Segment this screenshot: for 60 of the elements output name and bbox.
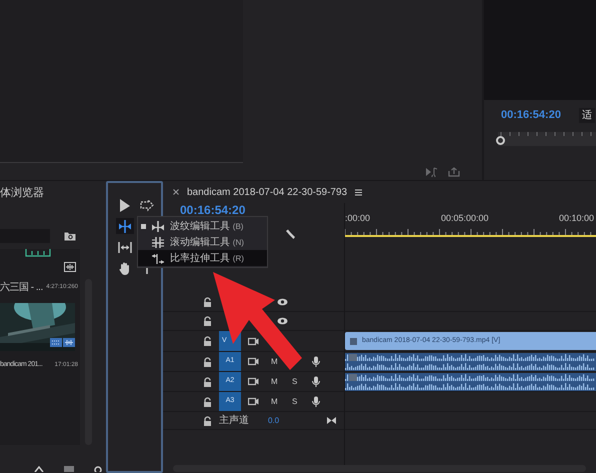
microphone-icon[interactable]	[311, 376, 321, 387]
close-icon[interactable]	[173, 189, 179, 195]
folder-search-icon[interactable]	[64, 231, 76, 241]
ruler-time-label: :00:00	[345, 212, 370, 225]
lock-icon[interactable]	[203, 297, 212, 307]
ripple-tool-icon[interactable]	[116, 218, 134, 234]
camera-icon[interactable]	[248, 397, 259, 406]
rate-tool-icon	[151, 252, 165, 264]
camera-icon[interactable]	[248, 357, 259, 366]
microphone-icon[interactable]	[311, 396, 321, 407]
lock-icon[interactable]	[203, 336, 212, 346]
slip-tool-icon[interactable]	[116, 239, 134, 255]
solo-toggle[interactable]: S	[292, 396, 304, 408]
menu-icon[interactable]	[355, 188, 362, 196]
solo-toggle[interactable]: S	[292, 376, 304, 388]
sequence-tab[interactable]: bandicam 2018-07-04 22-30-59-793	[187, 184, 348, 200]
time-ruler[interactable]	[345, 229, 596, 237]
play-audio-icon[interactable]	[425, 167, 438, 177]
audio-badge-icon	[63, 338, 75, 347]
sequence-timecode: 00:16:54:20	[180, 202, 246, 219]
mute-toggle[interactable]: M	[271, 376, 285, 388]
master-track-label: 主声道	[219, 414, 250, 428]
lock-icon[interactable]	[203, 376, 212, 386]
panel-title: 体浏览器	[0, 186, 45, 201]
playhead-timecode: 00:16:54:20	[501, 108, 561, 123]
camera-icon[interactable]	[248, 336, 259, 346]
wrench-icon[interactable]	[285, 229, 296, 240]
camera-icon[interactable]	[248, 377, 259, 386]
lock-icon[interactable]	[203, 356, 212, 366]
export-frame-icon[interactable]	[448, 167, 460, 177]
eye-icon[interactable]	[277, 298, 288, 306]
playhead-handle[interactable]	[496, 136, 505, 145]
video-badge-icon	[50, 338, 62, 347]
ruler-time-label: 00:10:00	[559, 212, 594, 225]
clip-badge-icon	[25, 249, 51, 257]
tool-menu-item[interactable]: 比率拉伸工具 (R)	[138, 250, 267, 266]
mute-toggle[interactable]: M	[271, 356, 285, 368]
master-volume-value: 0.0	[268, 414, 280, 426]
lock-icon[interactable]	[203, 396, 212, 406]
ruler-time-label: 00:05:00:00	[441, 212, 489, 225]
monitor-time-ruler[interactable]	[498, 132, 596, 146]
microphone-icon[interactable]	[311, 356, 321, 367]
lock-icon[interactable]	[203, 416, 212, 426]
search-icon[interactable]	[94, 466, 102, 472]
audio-waveform-icon	[64, 262, 76, 272]
clip-name: 六三国 - ...	[0, 280, 43, 294]
tool-menu-item[interactable]: 波纹编辑工具 (B)	[138, 218, 267, 234]
track-select-tool-icon[interactable]	[138, 197, 156, 213]
rolling-tool-icon	[151, 236, 165, 248]
ripple-tool-icon	[151, 220, 165, 232]
eye-icon[interactable]	[277, 317, 288, 325]
mute-toggle[interactable]: M	[271, 396, 285, 408]
up-icon[interactable]	[34, 466, 44, 472]
fit-dropdown[interactable]: 适	[578, 108, 595, 122]
audio-clip[interactable]	[345, 353, 596, 371]
audio-clip[interactable]	[345, 373, 596, 391]
tool-menu-item[interactable]: 滚动编辑工具 (N)	[138, 234, 267, 250]
bowtie-icon[interactable]	[327, 417, 336, 424]
fx-icon	[350, 338, 357, 344]
lock-icon[interactable]	[203, 316, 212, 326]
